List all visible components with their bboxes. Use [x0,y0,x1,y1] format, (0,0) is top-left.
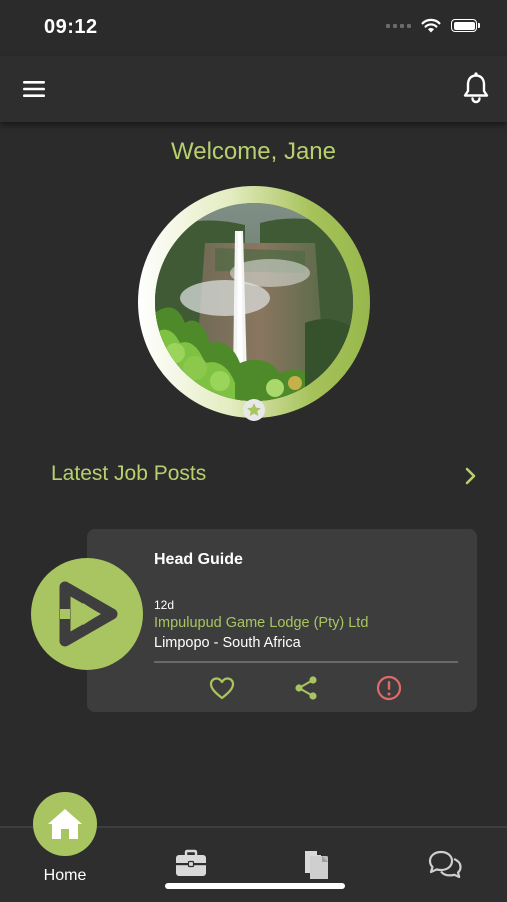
status-time: 09:12 [44,16,98,38]
status-icons [386,18,480,33]
welcome-message: Welcome, Jane [171,138,336,165]
waterfall-profile-photo [155,203,353,401]
heart-icon[interactable] [207,673,237,703]
battery-icon [451,19,480,32]
share-icon[interactable] [291,673,321,703]
bell-icon[interactable] [461,71,491,105]
wifi-icon [421,18,441,33]
section-title-latest-jobs: Latest Job Posts [51,462,207,485]
job-title[interactable]: Head Guide [154,551,243,569]
job-posted-age: 12d [154,598,175,612]
star-icon [243,399,265,421]
report-icon[interactable] [374,673,404,703]
app-header [0,56,507,122]
cellular-signal-icon [386,23,411,28]
briefcase-icon[interactable] [174,849,208,884]
hamburger-menu-icon[interactable] [22,77,48,101]
divider [154,661,458,663]
job-company[interactable]: Impulupud Game Lodge (Pty) Ltd [154,615,368,631]
play-logo-icon [59,581,118,647]
company-logo [31,558,143,670]
home-indicator [165,883,345,889]
job-actions [154,673,458,703]
home-icon[interactable] [33,792,97,856]
chat-icon[interactable] [426,848,464,885]
status-bar: 09:12 [0,0,507,56]
nav-label-home[interactable]: Home [30,867,100,885]
avatar[interactable] [155,203,353,401]
job-location: Limpopo - South Africa [154,635,301,651]
chevron-right-icon[interactable] [463,465,479,487]
documents-icon[interactable] [302,847,332,886]
